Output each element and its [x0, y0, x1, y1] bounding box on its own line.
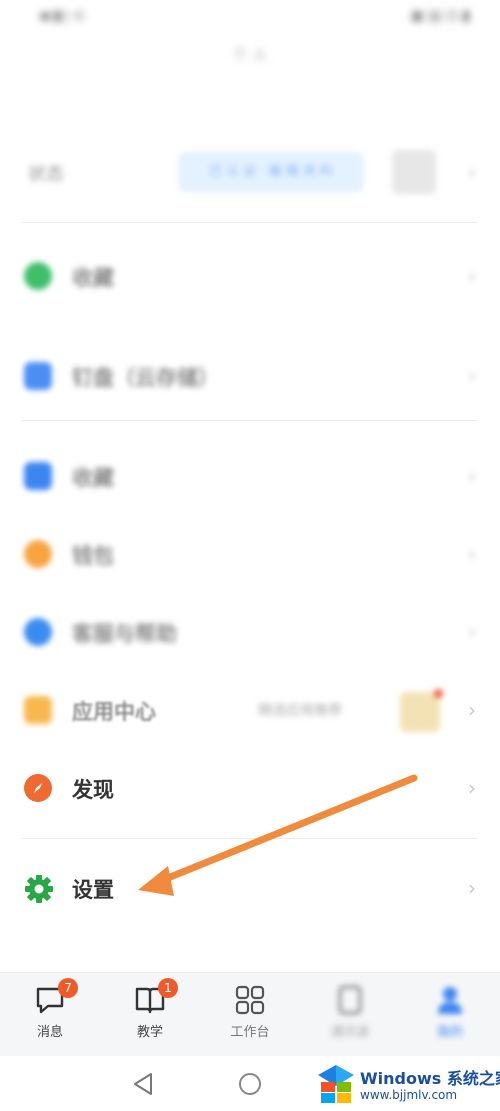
- page-title: 个 人: [232, 46, 268, 64]
- profile-row[interactable]: 状态 已 认 证 · 编 辑 资 料 ›: [0, 140, 500, 206]
- chevron-right-icon: ›: [468, 160, 476, 184]
- notification-dot: [434, 689, 443, 698]
- divider: [22, 838, 478, 839]
- chevron-right-icon: ›: [468, 464, 476, 488]
- menu-label: 钱包: [72, 544, 114, 568]
- menu-label: 客服与帮助: [72, 622, 177, 646]
- book-icon: 1: [134, 978, 178, 1015]
- chevron-right-icon: ›: [468, 698, 476, 722]
- menu-item-help[interactable]: 客服与帮助 ›: [0, 602, 500, 662]
- blue-shield-icon: [24, 618, 52, 646]
- menu-label: 钉盘（云存储）: [72, 366, 219, 390]
- divider: [22, 222, 478, 223]
- grid-icon: [234, 985, 266, 1015]
- windows-logo-icon: [318, 1065, 354, 1103]
- back-icon[interactable]: [132, 1072, 154, 1096]
- qr-code-icon[interactable]: [392, 150, 436, 194]
- chevron-right-icon: ›: [468, 876, 476, 900]
- profile-status-label: 状态: [28, 164, 64, 185]
- orange-flame-icon: [24, 540, 52, 568]
- chat-bubble-icon: 7: [34, 978, 78, 1015]
- tab-label: 通讯录: [330, 1025, 370, 1040]
- bottom-tab-bar: 7 消息 1 教学 工作台 通讯录 我的: [0, 972, 500, 1057]
- chevron-right-icon: ›: [468, 620, 476, 644]
- menu-item-collection[interactable]: 收藏 ›: [0, 446, 500, 506]
- unread-badge: 1: [158, 978, 178, 998]
- tab-contacts[interactable]: 通讯录: [300, 985, 400, 1051]
- orange-bag-icon: [24, 696, 52, 724]
- watermark-url: www.bjjmlv.com: [360, 1088, 458, 1102]
- tab-label: 教学: [136, 1025, 163, 1040]
- menu-item-discover[interactable]: 发现 ›: [0, 758, 500, 818]
- watermark-brand: Windows 系统之家: [360, 1069, 500, 1088]
- unread-badge: 7: [58, 978, 78, 998]
- green-circle-icon: [24, 262, 52, 290]
- gear-icon: [24, 874, 53, 903]
- tab-teaching[interactable]: 1 教学: [100, 978, 200, 1051]
- blue-folder-icon: [24, 362, 52, 390]
- home-icon[interactable]: [238, 1072, 262, 1096]
- menu-label: 设置: [72, 878, 114, 902]
- tab-label: 工作台: [230, 1025, 270, 1040]
- chevron-right-icon: ›: [468, 364, 476, 388]
- menu-label: 收藏: [72, 466, 114, 490]
- tab-label: 消息: [36, 1025, 63, 1040]
- tab-label: 我的: [436, 1025, 463, 1040]
- app-center-promo: 精选应用推荐: [258, 703, 342, 719]
- menu-item-cloud-disk[interactable]: 钉盘（云存储） ›: [0, 346, 500, 406]
- chevron-right-icon: ›: [468, 776, 476, 800]
- menu-item-settings[interactable]: 设置 ›: [0, 858, 500, 918]
- chevron-right-icon: ›: [468, 542, 476, 566]
- tab-me[interactable]: 我的: [400, 985, 500, 1051]
- menu-label: 发现: [72, 778, 114, 802]
- menu-item-app-center[interactable]: 应用中心 精选应用推荐 ›: [0, 680, 500, 740]
- menu-label: 收藏: [72, 266, 114, 290]
- compass-icon: [24, 774, 52, 802]
- app-promo-icon: [400, 689, 443, 732]
- status-right: ▣ ▤ ⊡ ▮: [410, 8, 470, 24]
- profile-action-pill[interactable]: 已 认 证 · 编 辑 资 料: [178, 152, 364, 192]
- menu-item-wallet[interactable]: 钱包 ›: [0, 524, 500, 584]
- person-icon: [434, 985, 466, 1015]
- tab-workbench[interactable]: 工作台: [200, 985, 300, 1051]
- tab-messages[interactable]: 7 消息: [0, 978, 100, 1051]
- contacts-icon: [334, 985, 366, 1015]
- menu-item-favorites[interactable]: 收藏 ›: [0, 246, 500, 306]
- divider: [22, 420, 478, 421]
- watermark: Windows 系统之家 www.bjjmlv.com: [308, 1058, 500, 1110]
- status-bar: ◀ ▮▯ ⊙ ▣ ▤ ⊡ ▮: [0, 0, 500, 36]
- chevron-right-icon: ›: [468, 264, 476, 288]
- menu-label: 应用中心: [72, 700, 156, 724]
- blue-folder-icon: [24, 462, 52, 490]
- status-left: ◀ ▮▯ ⊙: [38, 8, 85, 24]
